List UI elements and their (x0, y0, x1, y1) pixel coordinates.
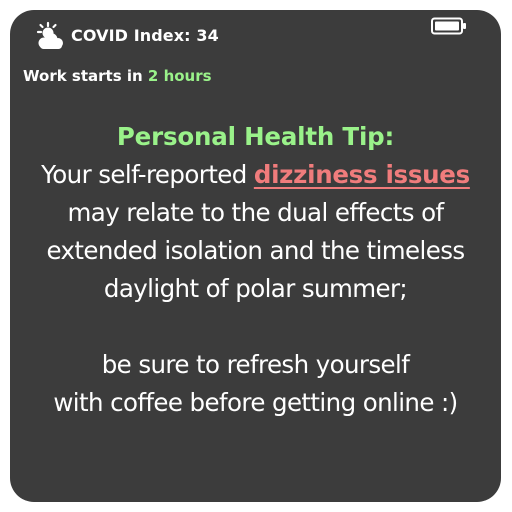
tip-line-3: extended isolation and the timeless (46, 236, 465, 265)
tip-title: Personal Health Tip: (116, 122, 395, 151)
tip-line-2: may relate to the dual effects of (67, 198, 445, 227)
tip-line-1: Your self-reported dizziness issues (10, 156, 501, 194)
tip-line-4: daylight of polar summer; (103, 274, 408, 303)
work-start-notice: Work starts in 2 hours (23, 67, 212, 85)
status-bar: COVID Index: 34 (10, 10, 501, 64)
tip-line-5: be sure to refresh yourself (101, 350, 410, 379)
covid-index: COVID Index: 34 (71, 26, 219, 45)
dizziness-highlight: dizziness issues (253, 160, 470, 189)
partly-cloudy-icon (36, 21, 63, 49)
widget-card: COVID Index: 34 Work starts in 2 hours P… (10, 10, 501, 502)
health-tip: Personal Health Tip: Your self-reported … (10, 118, 501, 422)
work-start-time: 2 hours (147, 67, 212, 85)
tip-line-6: with coffee before getting online :) (53, 388, 458, 417)
battery-icon (431, 17, 466, 35)
tip-line-1-prefix: Your self-reported (41, 160, 254, 189)
tip-spacer (10, 308, 501, 346)
work-start-prefix: Work starts in (23, 67, 148, 85)
